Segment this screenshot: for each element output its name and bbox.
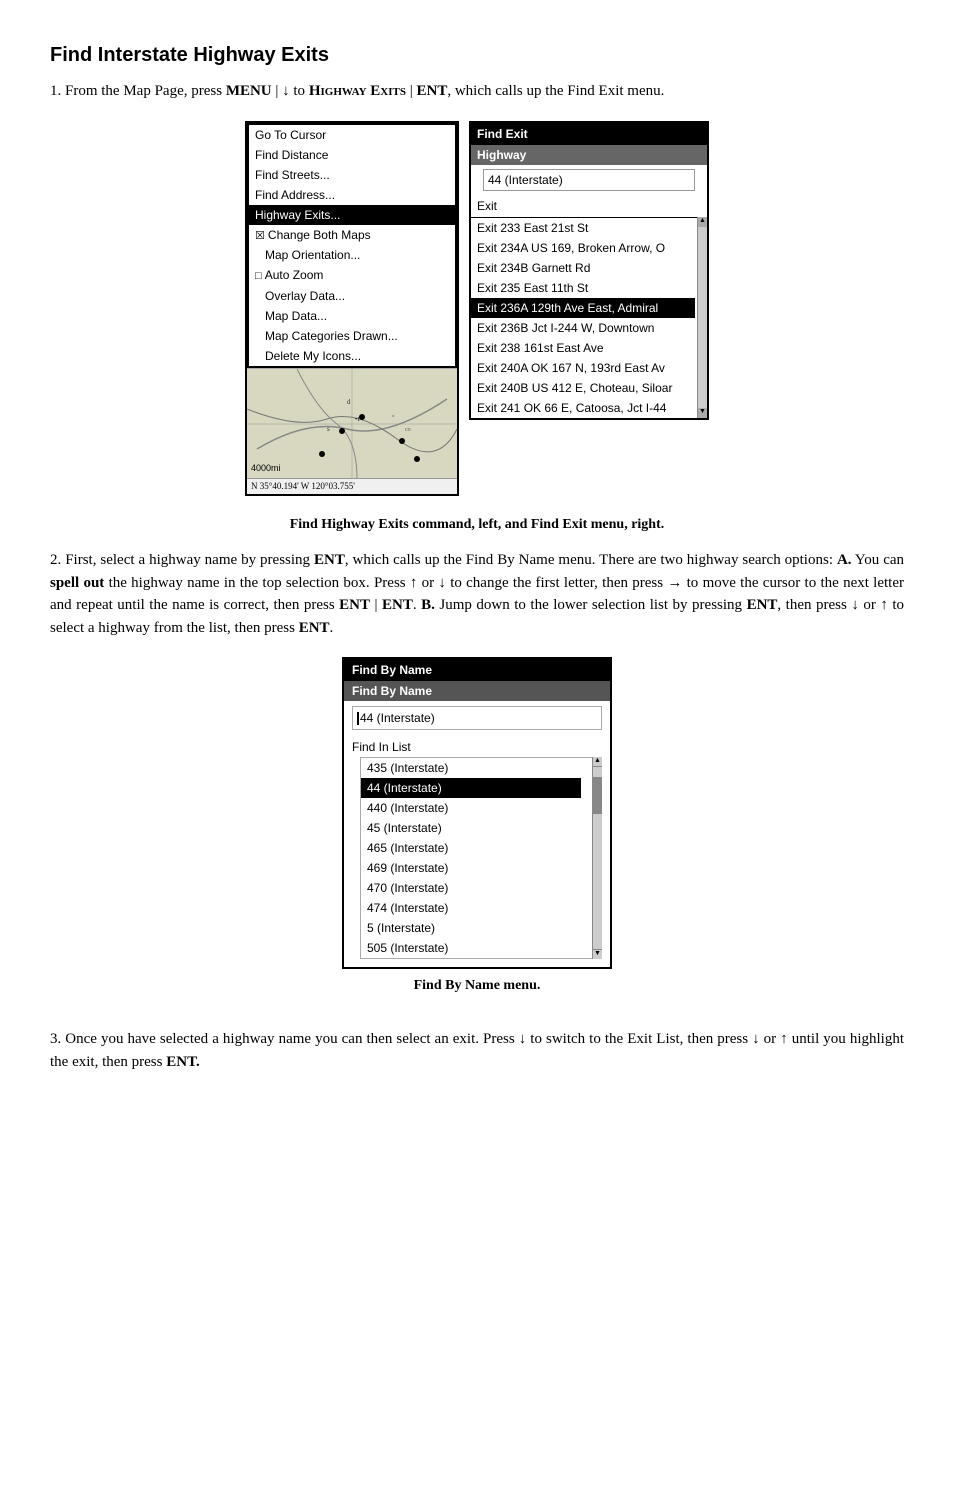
svg-text:d: d [347, 398, 351, 406]
exit-item-6[interactable]: Exit 238 161st East Ave [471, 338, 695, 358]
exit-item-1[interactable]: Exit 234A US 169, Broken Arrow, O [471, 238, 695, 258]
exit-item-0[interactable]: Exit 233 East 21st St [471, 218, 695, 238]
exit-item-8[interactable]: Exit 240B US 412 E, Choteau, Siloar [471, 378, 695, 398]
find-exit-section-label: Exit [471, 195, 707, 217]
exit-list: Exit 233 East 21st St Exit 234A US 169, … [471, 217, 707, 418]
menu-item-auto-zoom: Auto Zoom [249, 265, 455, 286]
paragraph-3: 3. Once you have selected a highway name… [50, 1028, 904, 1073]
fbn-section-label: Find In List [344, 735, 610, 757]
fbn-header: Find By Name [344, 659, 610, 681]
map-outer: Go To Cursor Find Distance Find Streets.… [245, 121, 459, 497]
paragraph-2: 2. First, select a highway name by press… [50, 549, 904, 639]
exit-scroll-up[interactable]: ▲ [698, 217, 707, 227]
find-exit-highway-input[interactable]: 44 (Interstate) [483, 169, 695, 191]
figure-1-row: Go To Cursor Find Distance Find Streets.… [50, 121, 904, 497]
figure-1-caption: Find Highway Exits command, left, and Fi… [50, 514, 904, 535]
exit-item-5[interactable]: Exit 236B Jct I-244 W, Downtown [471, 318, 695, 338]
map-coords: N 35°40.194' W 120°03.755' [251, 480, 355, 494]
fbn-scrollbar[interactable]: ▲ ▼ [592, 757, 602, 959]
fbn-input[interactable]: 44 (Interstate) [352, 706, 602, 730]
find-exit-panel: Find Exit Highway 44 (Interstate) Exit E… [469, 121, 709, 420]
fbn-item-7[interactable]: 474 (Interstate) [361, 898, 581, 918]
fbn-input-value: 44 (Interstate) [360, 709, 435, 727]
fbn-cursor [357, 712, 359, 725]
fbn-item-2[interactable]: 440 (Interstate) [361, 798, 581, 818]
menu-item-find-address: Find Address... [249, 185, 455, 205]
exit-item-3[interactable]: Exit 235 East 11th St [471, 278, 695, 298]
fbn-subheader: Find By Name [344, 681, 610, 701]
fbn-item-6[interactable]: 470 (Interstate) [361, 878, 581, 898]
svg-text:•1: •1 [355, 417, 360, 423]
menu-item-map-orientation: Map Orientation... [249, 245, 455, 265]
fbn-item-9[interactable]: 505 (Interstate) [361, 938, 581, 958]
find-exit-header: Find Exit [471, 123, 707, 145]
figure-2-caption: Find By Name menu. [414, 975, 541, 996]
left-menu-map: Go To Cursor Find Distance Find Streets.… [245, 121, 459, 497]
exit-item-4[interactable]: Exit 236A 129th Ave East, Admiral [471, 298, 695, 318]
exit-scroll-down[interactable]: ▼ [698, 408, 707, 418]
svg-text:co: co [405, 427, 411, 433]
fbn-item-5[interactable]: 469 (Interstate) [361, 858, 581, 878]
map-coords-bar: N 35°40.194' W 120°03.755' [247, 478, 457, 495]
figure-2-center: Find By Name Find By Name 44 (Interstate… [50, 657, 904, 1010]
menu-item-find-distance: Find Distance [249, 145, 455, 165]
menu-box: Go To Cursor Find Distance Find Streets.… [247, 123, 457, 368]
svg-text:°: ° [392, 414, 395, 421]
menu-item-find-streets: Find Streets... [249, 165, 455, 185]
exit-item-2[interactable]: Exit 234B Garnett Rd [471, 258, 695, 278]
fbn-list: 435 (Interstate) 44 (Interstate) 440 (In… [360, 757, 594, 959]
paragraph-1: 1. From the Map Page, press MENU | ↓ to … [50, 80, 904, 103]
exit-list-wrapper: Exit 233 East 21st St Exit 234A US 169, … [471, 217, 707, 418]
svg-text:s: s [327, 425, 330, 433]
fbn-item-0[interactable]: 435 (Interstate) [361, 758, 581, 778]
fbn-scroll-up[interactable]: ▲ [592, 757, 602, 767]
fbn-item-4[interactable]: 465 (Interstate) [361, 838, 581, 858]
menu-item-go-to-cursor: Go To Cursor [249, 125, 455, 145]
exit-scrollbar[interactable]: ▲ ▼ [697, 217, 707, 418]
fbn-scroll-down[interactable]: ▼ [592, 949, 602, 959]
map-scale: 4000mi [251, 462, 281, 476]
page-title: Find Interstate Highway Exits [50, 40, 904, 70]
menu-item-delete-icons: Delete My Icons... [249, 346, 455, 366]
menu-item-overlay-data: Overlay Data... [249, 286, 455, 306]
menu-item-map-data: Map Data... [249, 306, 455, 326]
find-exit-subheader: Highway [471, 145, 707, 165]
fbn-item-8[interactable]: 5 (Interstate) [361, 918, 581, 938]
menu-item-highway-exits: Highway Exits... [249, 205, 455, 225]
fbn-list-container: 435 (Interstate) 44 (Interstate) 440 (In… [352, 757, 602, 959]
exit-item-9[interactable]: Exit 241 OK 66 E, Catoosa, Jct I-44 [471, 398, 695, 418]
fbn-scrollbar-thumb [593, 777, 602, 813]
exit-item-7[interactable]: Exit 240A OK 167 N, 193rd East Av [471, 358, 695, 378]
fbn-item-3[interactable]: 45 (Interstate) [361, 818, 581, 838]
find-by-name-box: Find By Name Find By Name 44 (Interstate… [342, 657, 612, 969]
menu-item-change-both-maps: Change Both Maps [249, 225, 455, 246]
fbn-item-1[interactable]: 44 (Interstate) [361, 778, 581, 798]
menu-item-map-categories: Map Categories Drawn... [249, 326, 455, 346]
